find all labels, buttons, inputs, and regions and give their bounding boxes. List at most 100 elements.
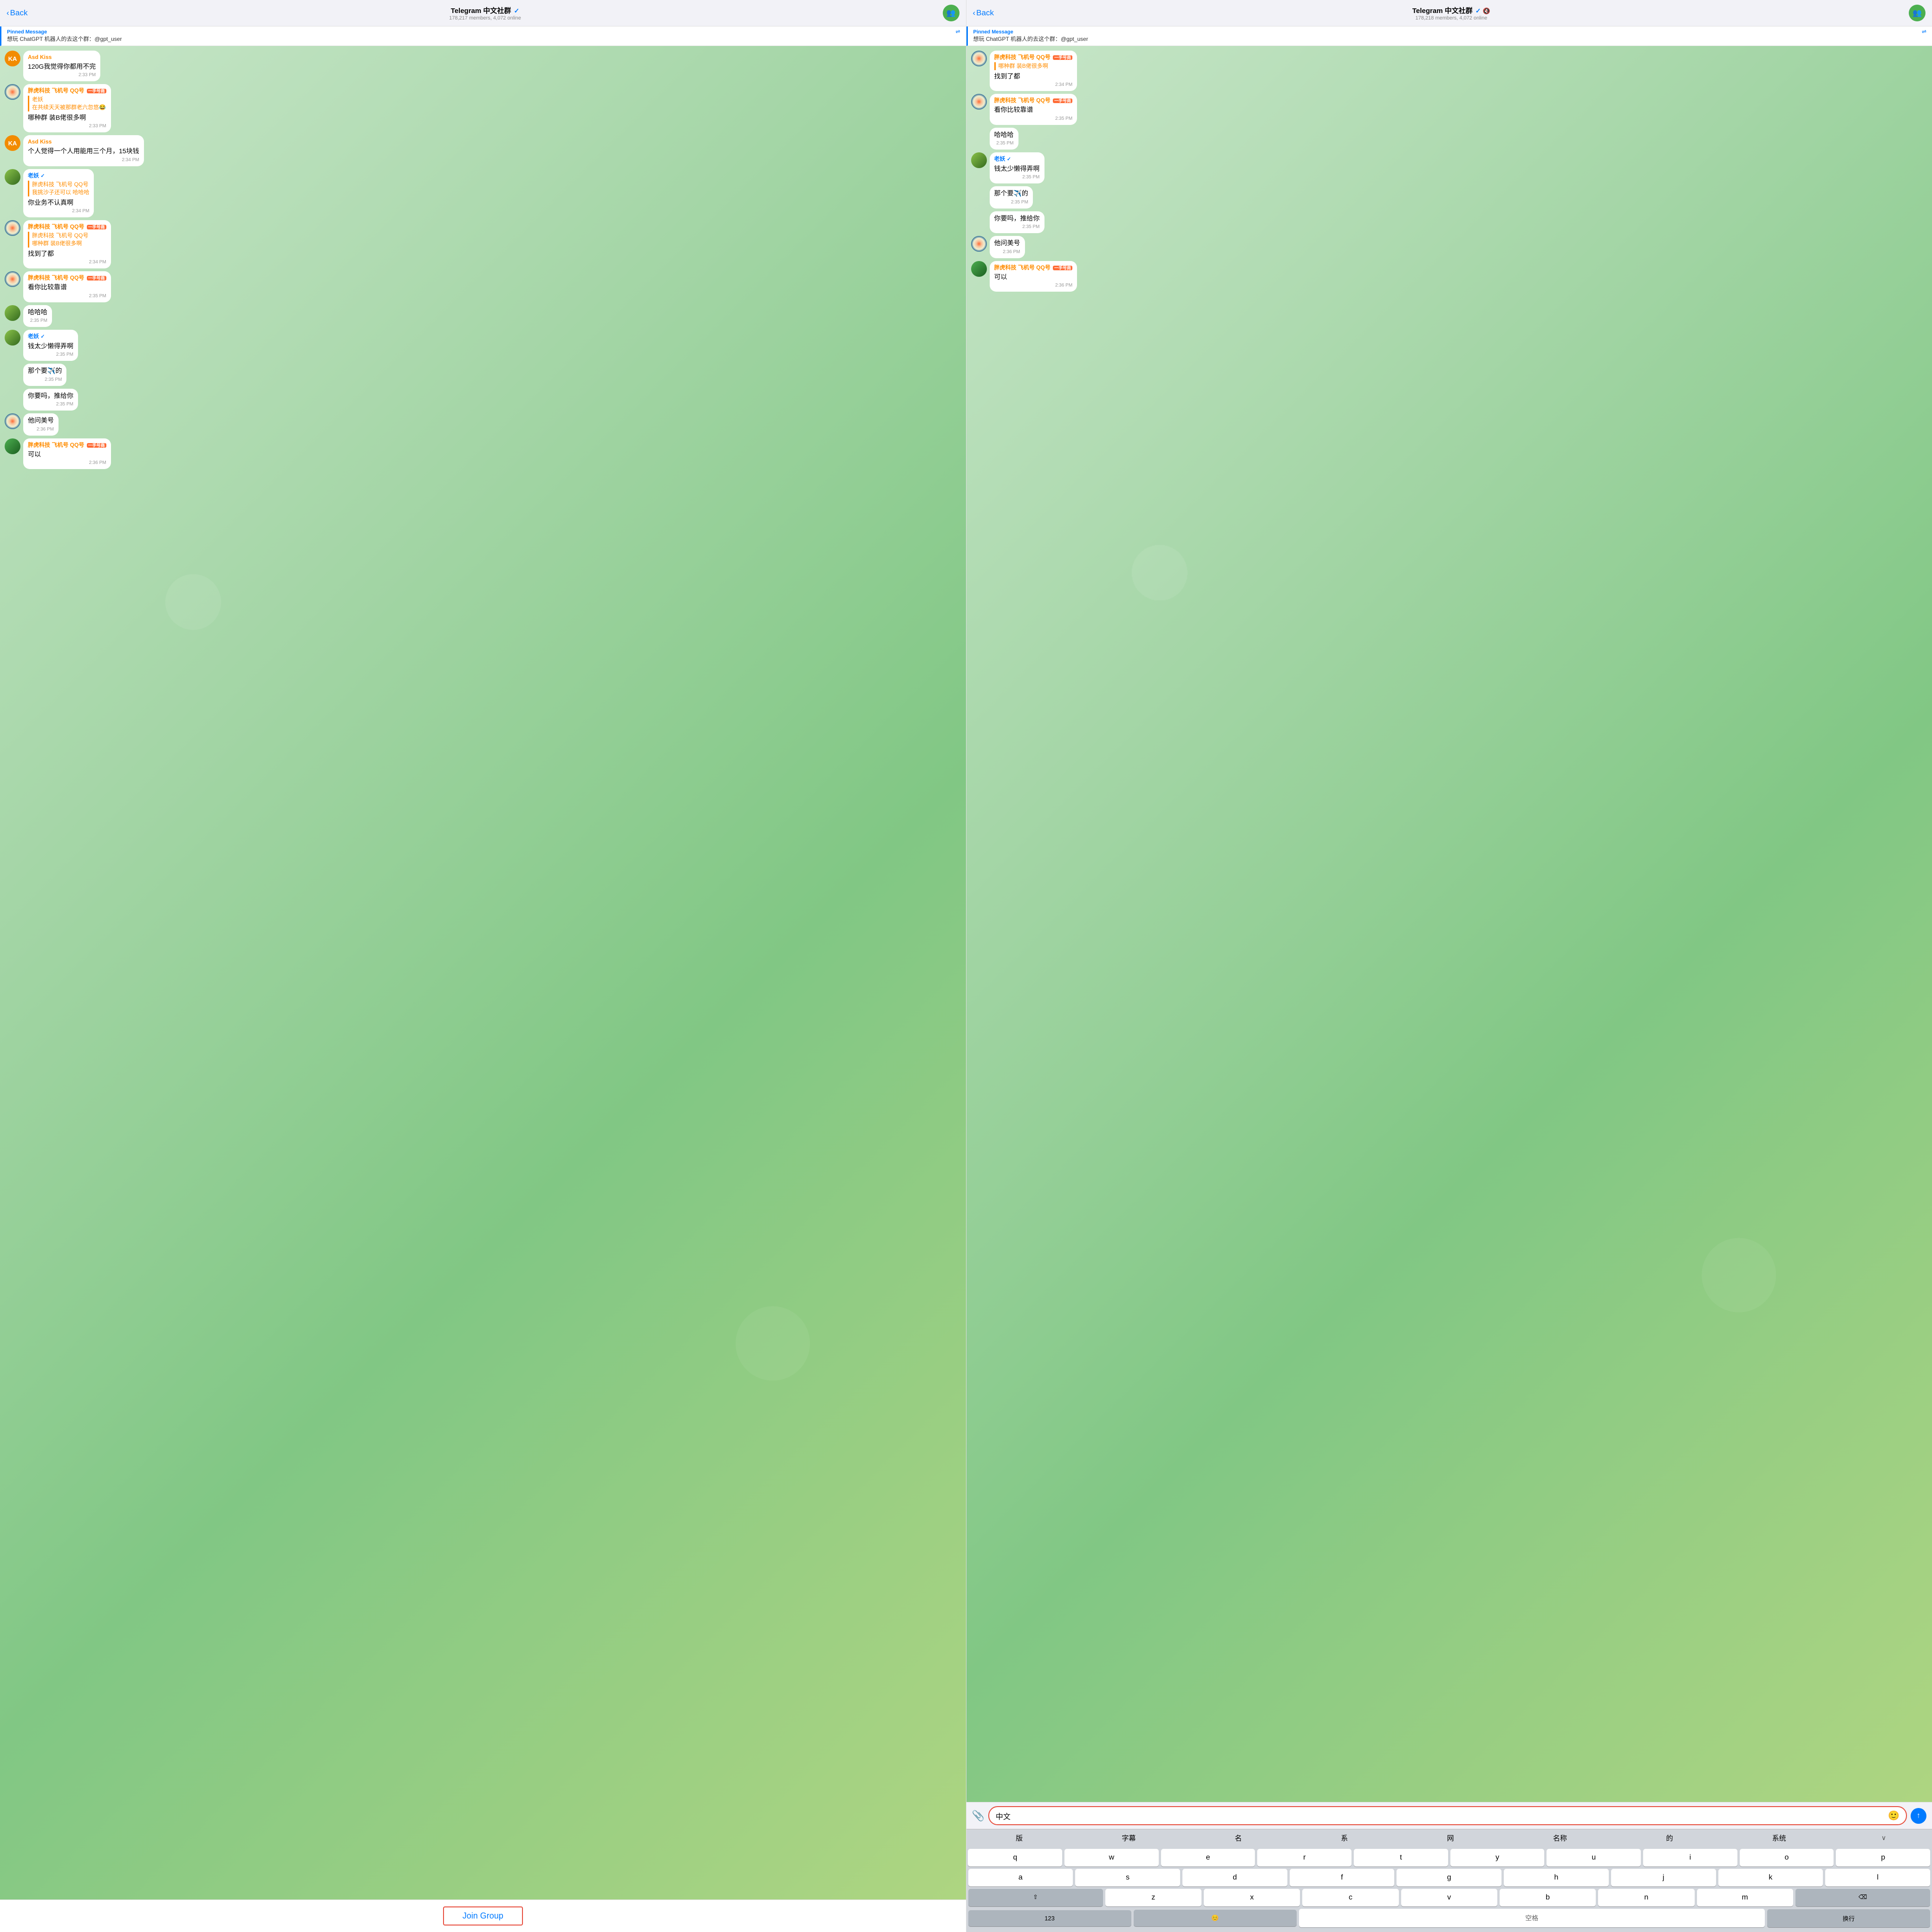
- message-bubble: Asd Kiss 个人觉得一个人用能用三个月，15块钱 2:34 PM: [23, 135, 144, 166]
- message-time: 2:36 PM: [28, 426, 54, 433]
- suggestion-item[interactable]: 系: [1337, 1832, 1351, 1844]
- key-v[interactable]: v: [1401, 1889, 1497, 1906]
- key-o[interactable]: o: [1740, 1849, 1834, 1867]
- key-g[interactable]: g: [1397, 1869, 1501, 1886]
- message-text: 你要吗，推给你: [28, 392, 73, 401]
- suggestion-item[interactable]: 的: [1662, 1832, 1677, 1844]
- suggestion-item[interactable]: 网: [1443, 1832, 1458, 1844]
- key-s[interactable]: s: [1075, 1869, 1180, 1886]
- message-quote: 胖虎科技 飞机号 QQ号我挑沙子还可以 哈哈哈: [28, 181, 89, 196]
- key-a[interactable]: a: [968, 1869, 1073, 1886]
- key-f[interactable]: f: [1290, 1869, 1395, 1886]
- suggestion-item[interactable]: 字幕: [1118, 1832, 1140, 1844]
- keyboard-row-3: ⇧ z x c v b n m ⌫: [966, 1886, 1932, 1906]
- message-time: 2:33 PM: [28, 72, 96, 78]
- suggestion-item[interactable]: 名称: [1549, 1832, 1571, 1844]
- left-pinned-bar[interactable]: ⇌ Pinned Message 想玩 ChatGPT 机器人的去这个群：@gp…: [0, 26, 966, 46]
- emoji-button[interactable]: 🙂: [1888, 1810, 1899, 1821]
- message-text: 哈哈哈: [28, 308, 47, 317]
- message-text: 那个要✈️的: [28, 366, 62, 376]
- key-emoji[interactable]: 😊: [1134, 1910, 1297, 1926]
- key-k[interactable]: k: [1718, 1869, 1823, 1886]
- avatar: [5, 305, 20, 321]
- message-bubble: Asd Kiss 120G我觉得你都用不完 2:33 PM: [23, 51, 100, 81]
- message-sender: 胖虎科技 飞机号 QQ号 一手号商: [28, 223, 106, 231]
- right-group-avatar[interactable]: 👥: [1909, 5, 1925, 21]
- suggestion-chevron-icon[interactable]: ∨: [1881, 1834, 1886, 1842]
- left-back-button[interactable]: ‹ Back: [7, 8, 27, 18]
- attach-button[interactable]: 📎: [972, 1810, 985, 1822]
- key-z[interactable]: z: [1105, 1889, 1201, 1906]
- message-sender: 胖虎科技 飞机号 QQ号 一手号商: [28, 274, 106, 282]
- key-j[interactable]: j: [1611, 1869, 1716, 1886]
- message-time: 2:35 PM: [994, 140, 1014, 147]
- key-i[interactable]: i: [1643, 1849, 1737, 1867]
- key-t[interactable]: t: [1354, 1849, 1448, 1867]
- avatar: KA: [5, 51, 20, 66]
- send-icon: ↑: [1917, 1812, 1920, 1820]
- right-panel: ‹ Back Telegram 中文社群 ✓ 🔇 178,218 members…: [966, 0, 1932, 1932]
- message-text: 个人觉得一个人用能用三个月，15块钱: [28, 147, 139, 156]
- message-input-text[interactable]: 中文: [996, 1810, 1888, 1821]
- key-m[interactable]: m: [1697, 1889, 1793, 1906]
- message-bubble: 他问美号 2:36 PM: [990, 236, 1025, 258]
- suggestion-item[interactable]: 系统: [1769, 1832, 1790, 1844]
- right-back-button[interactable]: ‹ Back: [973, 8, 994, 18]
- message-text: 120G我觉得你都用不完: [28, 62, 96, 72]
- key-y[interactable]: y: [1450, 1849, 1545, 1867]
- key-q[interactable]: q: [968, 1849, 1062, 1867]
- key-b[interactable]: b: [1500, 1889, 1596, 1906]
- right-pinned-bar[interactable]: ⇌ Pinned Message 想玩 ChatGPT 机器人的去这个群：@gp…: [966, 26, 1932, 46]
- right-pinned-label: Pinned Message: [973, 29, 1927, 35]
- suggestion-item[interactable]: 版: [1012, 1832, 1026, 1844]
- key-e[interactable]: e: [1161, 1849, 1255, 1867]
- key-w[interactable]: w: [1064, 1849, 1159, 1867]
- join-group-button[interactable]: Join Group: [443, 1906, 523, 1925]
- message-time: 2:33 PM: [28, 123, 106, 130]
- key-d[interactable]: d: [1182, 1869, 1287, 1886]
- message-bubble: 胖虎科技 飞机号 QQ号 一手号商 可以 2:36 PM: [23, 438, 111, 469]
- left-pinned-label: Pinned Message: [7, 29, 960, 35]
- avatar: [971, 94, 987, 110]
- avatar: [5, 271, 20, 287]
- key-n[interactable]: n: [1598, 1889, 1694, 1906]
- message-time: 2:35 PM: [28, 401, 73, 408]
- right-pinned-text: 想玩 ChatGPT 机器人的去这个群：@gpt_user: [973, 35, 1927, 43]
- right-header: ‹ Back Telegram 中文社群 ✓ 🔇 178,218 members…: [966, 0, 1932, 26]
- suggestion-item[interactable]: 名: [1231, 1832, 1246, 1844]
- key-shift[interactable]: ⇧: [968, 1889, 1103, 1906]
- join-group-bar: Join Group: [0, 1899, 966, 1932]
- keyboard: q w e r t y u i o p a s d f g h j k l ⇧ …: [966, 1847, 1932, 1932]
- message-text: 哪种群 装B佬很多啊: [28, 113, 106, 123]
- key-space[interactable]: 空格: [1299, 1909, 1765, 1927]
- key-c[interactable]: c: [1302, 1889, 1398, 1906]
- message-time: 2:36 PM: [994, 282, 1073, 289]
- left-chat-area: KA Asd Kiss 120G我觉得你都用不完 2:33 PM 胖虎科技 飞机…: [0, 46, 966, 1899]
- avatar: [5, 413, 20, 429]
- key-backspace[interactable]: ⌫: [1795, 1889, 1930, 1906]
- message-bubble: 哈哈哈 2:35 PM: [23, 305, 52, 327]
- message-bubble: 胖虎科技 飞机号 QQ号 一手号商 胖虎科技 飞机号 QQ号哪种群 装B佬很多啊…: [23, 220, 111, 268]
- key-u[interactable]: u: [1547, 1849, 1641, 1867]
- key-123[interactable]: 123: [968, 1910, 1131, 1926]
- key-l[interactable]: l: [1825, 1869, 1930, 1886]
- table-row: 胖虎科技 飞机号 QQ号 一手号商 可以 2:36 PM: [5, 438, 961, 469]
- message-text: 他问美号: [994, 239, 1020, 248]
- message-sender: 胖虎科技 飞机号 QQ号 一手号商: [28, 87, 106, 95]
- key-x[interactable]: x: [1204, 1889, 1300, 1906]
- left-group-avatar[interactable]: 👥: [943, 5, 959, 21]
- message-time: 2:35 PM: [28, 293, 106, 300]
- send-button[interactable]: ↑: [1911, 1808, 1926, 1824]
- left-header: ‹ Back Telegram 中文社群 ✓ 178,217 members, …: [0, 0, 966, 26]
- key-return[interactable]: 换行: [1767, 1909, 1930, 1927]
- key-r[interactable]: r: [1257, 1849, 1351, 1867]
- message-time: 2:36 PM: [994, 249, 1020, 255]
- message-bubble: 胖虎科技 飞机号 QQ号 一手号商 看你比较靠谱 2:35 PM: [23, 271, 111, 302]
- message-sender: 老妖 ✓: [28, 172, 89, 180]
- key-p[interactable]: p: [1836, 1849, 1930, 1867]
- left-pinned-text: 想玩 ChatGPT 机器人的去这个群：@gpt_user: [7, 35, 960, 43]
- avatar: [5, 169, 20, 185]
- key-h[interactable]: h: [1504, 1869, 1609, 1886]
- message-sender: 老妖 ✓: [994, 155, 1040, 163]
- message-bubble: 胖虎科技 飞机号 QQ号 一手号商 老妖在共续天天被那群老六忽悠😂 哪种群 装B…: [23, 84, 111, 132]
